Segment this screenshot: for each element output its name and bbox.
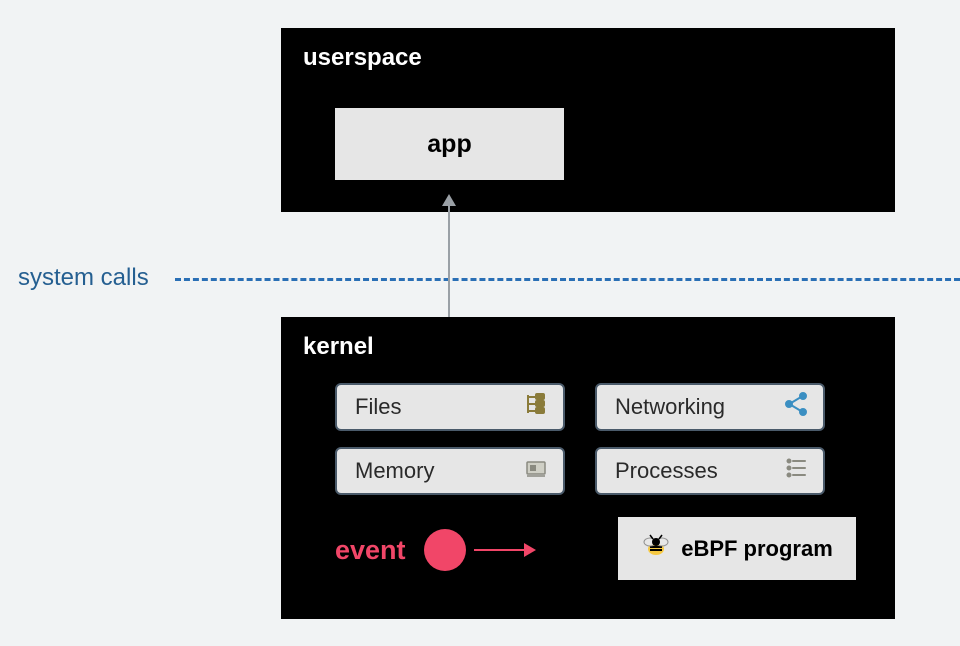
- processes-icon: [783, 455, 809, 487]
- kernel-subsystems: Files Networking: [335, 383, 835, 511]
- app-box: app: [335, 108, 564, 180]
- kernel-title: kernel: [281, 317, 895, 377]
- event-row: event: [335, 529, 534, 571]
- system-calls-divider: [175, 278, 960, 281]
- subsystem-processes-label: Processes: [615, 458, 718, 484]
- event-dot-icon: [424, 529, 466, 571]
- subsystem-files-label: Files: [355, 394, 401, 420]
- files-icon: [523, 391, 549, 423]
- system-calls-label: system calls: [18, 264, 149, 292]
- ebpf-program-label: eBPF program: [681, 536, 833, 562]
- app-label: app: [427, 130, 471, 159]
- memory-icon: [523, 455, 549, 487]
- userspace-box: userspace app: [281, 28, 895, 212]
- userspace-title: userspace: [281, 28, 895, 88]
- subsystem-networking-label: Networking: [615, 394, 725, 420]
- event-arrow-icon: [474, 549, 534, 551]
- subsystem-processes: Processes: [595, 447, 825, 495]
- subsystem-networking: Networking: [595, 383, 825, 431]
- subsystem-memory-label: Memory: [355, 458, 434, 484]
- kernel-box: kernel Files Networking: [281, 317, 895, 619]
- networking-icon: [783, 391, 809, 423]
- ebpf-program-box: eBPF program: [618, 517, 856, 580]
- event-label: event: [335, 535, 406, 566]
- subsystem-memory: Memory: [335, 447, 565, 495]
- subsystem-files: Files: [335, 383, 565, 431]
- bee-icon: [641, 531, 671, 567]
